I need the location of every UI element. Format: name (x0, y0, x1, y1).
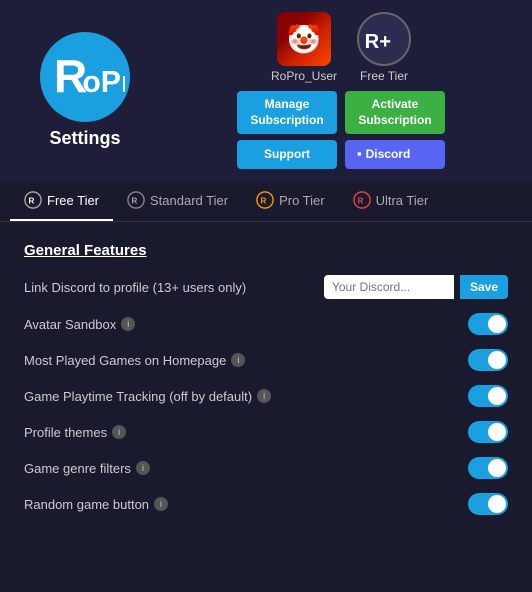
genre-filters-info-icon[interactable]: i (136, 461, 150, 475)
profile-themes-toggle[interactable] (468, 421, 508, 443)
tab-ultra-tier[interactable]: R Ultra Tier (339, 181, 443, 221)
user-row: 🤡 RoPro_User R+ Free Tier (271, 12, 411, 83)
header: R oPro Settings 🤡 RoPro_User R+ (0, 0, 532, 181)
activate-subscription-button[interactable]: Activate Subscription (345, 91, 445, 134)
most-played-label: Most Played Games on Homepage i (24, 353, 245, 368)
avatar-sandbox-info-icon[interactable]: i (121, 317, 135, 331)
user-card-ropro: R+ Free Tier (357, 12, 411, 83)
ropro-logo: R oPro (40, 32, 130, 122)
discord-feature-label: Link Discord to profile (13+ users only) (24, 280, 246, 295)
svg-text:R: R (357, 197, 363, 206)
random-game-label: Random game button i (24, 497, 168, 512)
genre-filters-toggle[interactable] (468, 457, 508, 479)
discord-input-row: Save (324, 275, 508, 299)
support-label: Support (264, 147, 310, 161)
discord-button[interactable]: ▪ Discord (345, 140, 445, 169)
pro-tier-label: Pro Tier (279, 193, 325, 208)
user-name: RoPro_User (271, 69, 337, 83)
feature-row-profile-themes: Profile themes i (24, 421, 508, 443)
feature-row-discord: Link Discord to profile (13+ users only)… (24, 275, 508, 299)
most-played-info-icon[interactable]: i (231, 353, 245, 367)
tabs-bar: R Free Tier R Standard Tier R Pro Tier R… (0, 181, 532, 222)
feature-row-playtime: Game Playtime Tracking (off by default) … (24, 385, 508, 407)
discord-label: Discord (366, 147, 411, 163)
most-played-toggle[interactable] (468, 349, 508, 371)
feature-row-genre-filters: Game genre filters i (24, 457, 508, 479)
tab-standard-tier[interactable]: R Standard Tier (113, 181, 242, 221)
support-button[interactable]: Support (237, 140, 337, 169)
svg-text:R: R (261, 197, 267, 206)
playtime-label: Game Playtime Tracking (off by default) … (24, 389, 271, 404)
standard-tier-icon: R (127, 191, 145, 209)
support-discord-row: Support ▪ Discord (170, 140, 512, 169)
avatar-sandbox-label: Avatar Sandbox i (24, 317, 135, 332)
tier-label: Free Tier (360, 69, 408, 83)
manage-activate-row: Manage Subscription Activate Subscriptio… (170, 91, 512, 134)
avatar-clown: 🤡 (277, 12, 331, 66)
feature-row-avatar-sandbox: Avatar Sandbox i (24, 313, 508, 335)
ultra-tier-label: Ultra Tier (376, 193, 429, 208)
tab-free-tier[interactable]: R Free Tier (10, 181, 113, 221)
genre-filters-label: Game genre filters i (24, 461, 150, 476)
free-tier-label: Free Tier (47, 193, 99, 208)
profile-themes-label: Profile themes i (24, 425, 126, 440)
standard-tier-label: Standard Tier (150, 193, 228, 208)
manage-subscription-button[interactable]: Manage Subscription (237, 91, 337, 134)
svg-text:R: R (132, 197, 138, 206)
general-features-title: General Features (24, 242, 508, 259)
user-card-clown: 🤡 RoPro_User (271, 12, 337, 83)
discord-icon: ▪ (357, 146, 362, 163)
playtime-info-icon[interactable]: i (257, 389, 271, 403)
right-panel: 🤡 RoPro_User R+ Free Tier Manage Subscri… (170, 12, 512, 169)
ultra-tier-icon: R (353, 191, 371, 209)
svg-text:R+: R+ (365, 31, 391, 53)
tab-pro-tier[interactable]: R Pro Tier (242, 181, 339, 221)
save-discord-button[interactable]: Save (460, 275, 508, 299)
logo-area: R oPro Settings (20, 32, 150, 149)
settings-content: General Features Link Discord to profile… (0, 222, 532, 549)
discord-input[interactable] (324, 275, 454, 299)
free-tier-icon: R (24, 191, 42, 209)
settings-label: Settings (49, 128, 120, 149)
playtime-toggle[interactable] (468, 385, 508, 407)
feature-row-most-played: Most Played Games on Homepage i (24, 349, 508, 371)
pro-tier-icon: R (256, 191, 274, 209)
clown-image: 🤡 (277, 12, 331, 66)
random-game-toggle[interactable] (468, 493, 508, 515)
avatar-sandbox-toggle[interactable] (468, 313, 508, 335)
svg-text:R: R (29, 197, 35, 206)
avatar-ropro: R+ (357, 12, 411, 66)
random-game-info-icon[interactable]: i (154, 497, 168, 511)
svg-text:oPro: oPro (82, 66, 125, 99)
feature-row-random-game: Random game button i (24, 493, 508, 515)
profile-themes-info-icon[interactable]: i (112, 425, 126, 439)
